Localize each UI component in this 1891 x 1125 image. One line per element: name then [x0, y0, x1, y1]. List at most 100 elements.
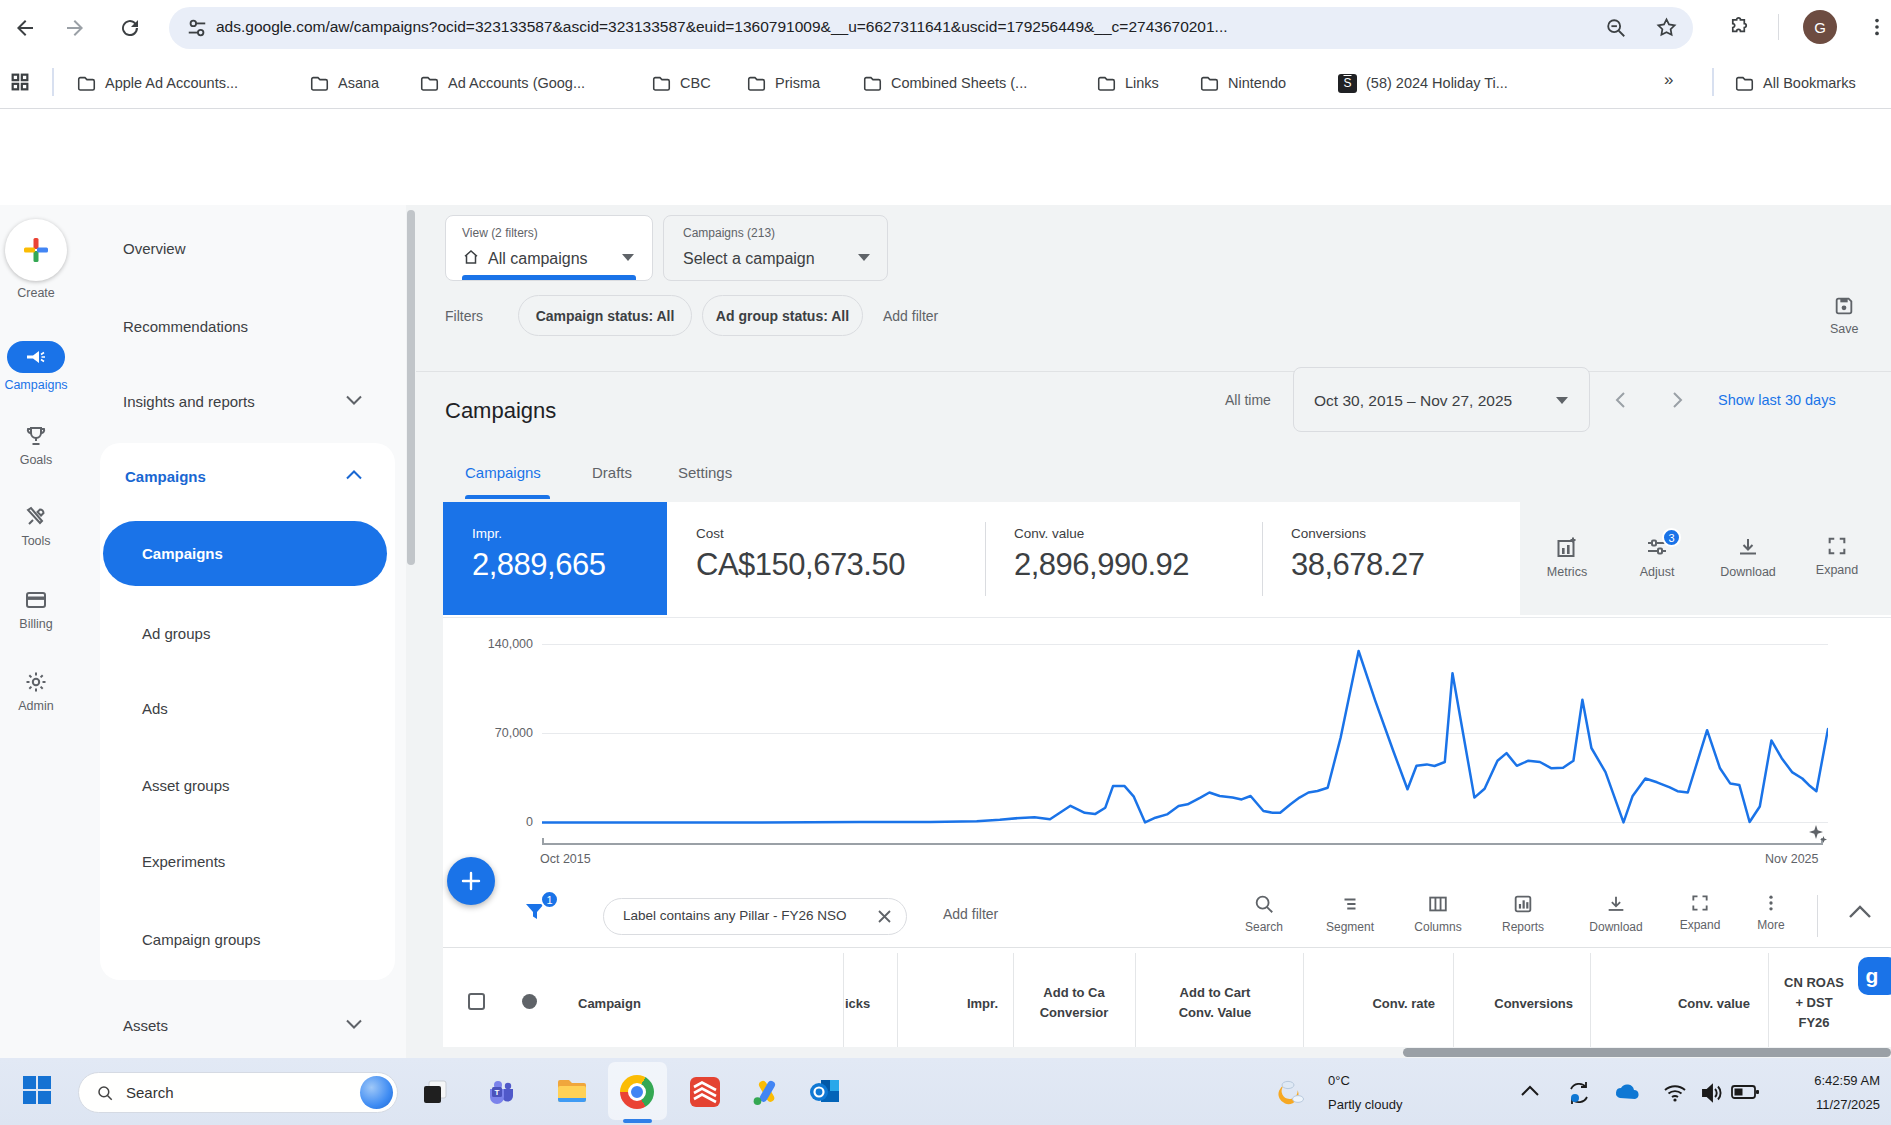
start-button[interactable] — [22, 1075, 52, 1105]
bookmark-item[interactable]: Apple Ad Accounts... — [77, 72, 238, 94]
rail-goals[interactable]: Goals — [0, 424, 72, 467]
subnav-campaign-groups[interactable]: Campaign groups — [142, 931, 260, 948]
table-reports-button[interactable]: Reports — [1494, 893, 1552, 934]
filter-chip-adgroup-status[interactable]: Ad group status: All — [702, 295, 863, 336]
subnav-insights[interactable]: Insights and reports — [123, 393, 255, 410]
browser-profile-avatar[interactable]: G — [1803, 10, 1837, 44]
bookmark-item[interactable]: Asana — [310, 72, 379, 94]
bookmark-item[interactable]: CBC — [652, 72, 711, 94]
chrome-icon[interactable] — [620, 1075, 654, 1109]
table-segment-button[interactable]: Segment — [1318, 893, 1382, 934]
table-download-button[interactable]: Download — [1578, 893, 1654, 934]
tab-settings[interactable]: Settings — [678, 464, 732, 481]
todoist-icon[interactable] — [688, 1075, 722, 1109]
bookmark-star-icon[interactable] — [1655, 16, 1678, 39]
nav-scrollbar[interactable] — [406, 205, 416, 1058]
table-columns-button[interactable]: Columns — [1406, 893, 1470, 934]
subnav-overview[interactable]: Overview — [123, 240, 186, 257]
add-campaign-fab[interactable] — [447, 857, 495, 905]
battery-icon[interactable] — [1731, 1084, 1759, 1100]
subnav-experiments[interactable]: Experiments — [142, 853, 225, 870]
wifi-icon[interactable] — [1663, 1083, 1687, 1103]
date-range-dropdown[interactable]: Oct 30, 2015 – Nov 27, 2025 — [1293, 367, 1590, 432]
bookmark-item[interactable]: Nintendo — [1200, 72, 1286, 94]
file-explorer-icon[interactable] — [555, 1075, 589, 1109]
zoom-icon[interactable] — [1605, 17, 1627, 39]
table-search-button[interactable]: Search — [1238, 893, 1290, 934]
extensions-icon[interactable] — [1728, 16, 1751, 39]
reload-icon[interactable] — [118, 16, 142, 40]
task-view-icon[interactable] — [418, 1075, 452, 1109]
weather-temp[interactable]: 0°C — [1328, 1073, 1350, 1088]
rail-billing[interactable]: Billing — [0, 588, 72, 631]
table-more-button[interactable]: More — [1746, 893, 1796, 932]
forward-icon[interactable] — [63, 16, 87, 40]
assistant-bubble[interactable]: g — [1858, 957, 1891, 995]
bookmark-item[interactable]: Combined Sheets (... — [863, 72, 1027, 94]
all-bookmarks[interactable]: All Bookmarks — [1735, 72, 1856, 94]
show-last-30-days-link[interactable]: Show last 30 days — [1718, 392, 1836, 408]
select-all-checkbox[interactable] — [468, 993, 485, 1010]
metrics-button[interactable]: Metrics — [1538, 535, 1596, 579]
weather-icon[interactable] — [1276, 1075, 1310, 1109]
tray-date[interactable]: 11/27/2025 — [1787, 1097, 1880, 1112]
table-add-filter[interactable]: Add filter — [943, 906, 998, 922]
col-impr[interactable]: Impr. — [897, 994, 998, 1014]
weather-condition[interactable]: Partly cloudy — [1328, 1097, 1402, 1112]
rail-create[interactable]: Create — [0, 219, 72, 300]
scorecard-conv-value[interactable]: Conv. value 2,896,990.92 — [985, 502, 1262, 615]
tab-campaigns[interactable]: Campaigns — [465, 464, 541, 481]
tab-drafts[interactable]: Drafts — [592, 464, 632, 481]
col-cn-roas[interactable]: CN ROAS + DST FY26 — [1768, 973, 1860, 1033]
scorecard-conversions[interactable]: Conversions 38,678.27 — [1262, 502, 1520, 615]
rail-admin[interactable]: Admin — [0, 670, 72, 713]
col-conv-rate[interactable]: Conv. rate — [1303, 994, 1435, 1014]
onedrive-icon[interactable] — [1612, 1082, 1640, 1102]
bookmark-item[interactable]: Links — [1097, 72, 1159, 94]
campaign-select-dropdown[interactable]: Campaigns (213) Select a campaign — [663, 215, 888, 281]
taskbar-search[interactable]: Search — [78, 1072, 398, 1113]
subnav-assets[interactable]: Assets — [123, 1017, 168, 1034]
rail-tools[interactable]: Tools — [0, 505, 72, 548]
subnav-campaigns-section[interactable]: Campaigns — [125, 468, 206, 485]
download-button[interactable]: Download — [1710, 535, 1786, 579]
tray-time[interactable]: 6:42:59 AM — [1787, 1073, 1880, 1088]
browser-menu-icon[interactable] — [1866, 16, 1888, 38]
scorecard-impressions[interactable]: Impr. 2,889,665 — [443, 502, 667, 615]
prev-range-icon[interactable] — [1612, 390, 1630, 410]
col-add-to-cart-conversions[interactable]: Add to Ca Conversior — [1013, 983, 1135, 1023]
next-range-icon[interactable] — [1668, 390, 1686, 410]
subnav-ad-groups[interactable]: Ad groups — [142, 625, 210, 642]
bookmark-item[interactable]: Ad Accounts (Goog... — [420, 72, 585, 94]
back-icon[interactable] — [13, 16, 37, 40]
view-dropdown[interactable]: View (2 filters) All campaigns — [445, 215, 653, 281]
close-icon[interactable] — [877, 909, 892, 924]
bookmarks-overflow-icon[interactable]: » — [1664, 70, 1673, 90]
add-filter-button[interactable]: Add filter — [883, 308, 938, 324]
google-ads-app-icon[interactable] — [750, 1075, 784, 1109]
col-conversions[interactable]: Conversions — [1453, 994, 1573, 1014]
col-conv-value[interactable]: Conv. value — [1590, 994, 1750, 1014]
tray-chevron-icon[interactable] — [1520, 1085, 1540, 1097]
expand-button[interactable]: Expand — [1806, 535, 1868, 577]
col-clicks[interactable]: icks — [845, 994, 870, 1014]
filter-chip-campaign-status[interactable]: Campaign status: All — [518, 295, 692, 336]
tune-icon[interactable] — [186, 17, 208, 39]
bookmark-item[interactable]: S (58) 2024 Holiday Ti... — [1338, 72, 1508, 94]
apps-grid-icon[interactable] — [9, 71, 31, 93]
volume-icon[interactable] — [1700, 1082, 1724, 1104]
sparkle-icon[interactable] — [1808, 824, 1828, 844]
subnav-recommendations[interactable]: Recommendations — [123, 318, 248, 335]
sync-tray-icon[interactable] — [1566, 1080, 1592, 1106]
subnav-ads[interactable]: Ads — [142, 700, 168, 717]
table-expand-button[interactable]: Expand — [1670, 893, 1730, 932]
label-filter-chip[interactable]: Label contains any Pillar - FY26 NSO — [603, 898, 907, 935]
url-text[interactable]: ads.google.com/aw/campaigns?ocid=3231335… — [216, 18, 1228, 36]
horizontal-scrollbar[interactable] — [443, 1047, 1891, 1058]
collapse-chart-icon[interactable] — [1848, 905, 1872, 919]
bookmark-item[interactable]: Prisma — [747, 72, 820, 94]
col-add-to-cart-conv-value[interactable]: Add to Cart Conv. Value — [1135, 983, 1295, 1023]
rail-campaigns[interactable]: Campaigns — [0, 341, 72, 392]
save-button[interactable]: Save — [1830, 295, 1859, 336]
teams-icon[interactable]: T — [485, 1075, 519, 1109]
